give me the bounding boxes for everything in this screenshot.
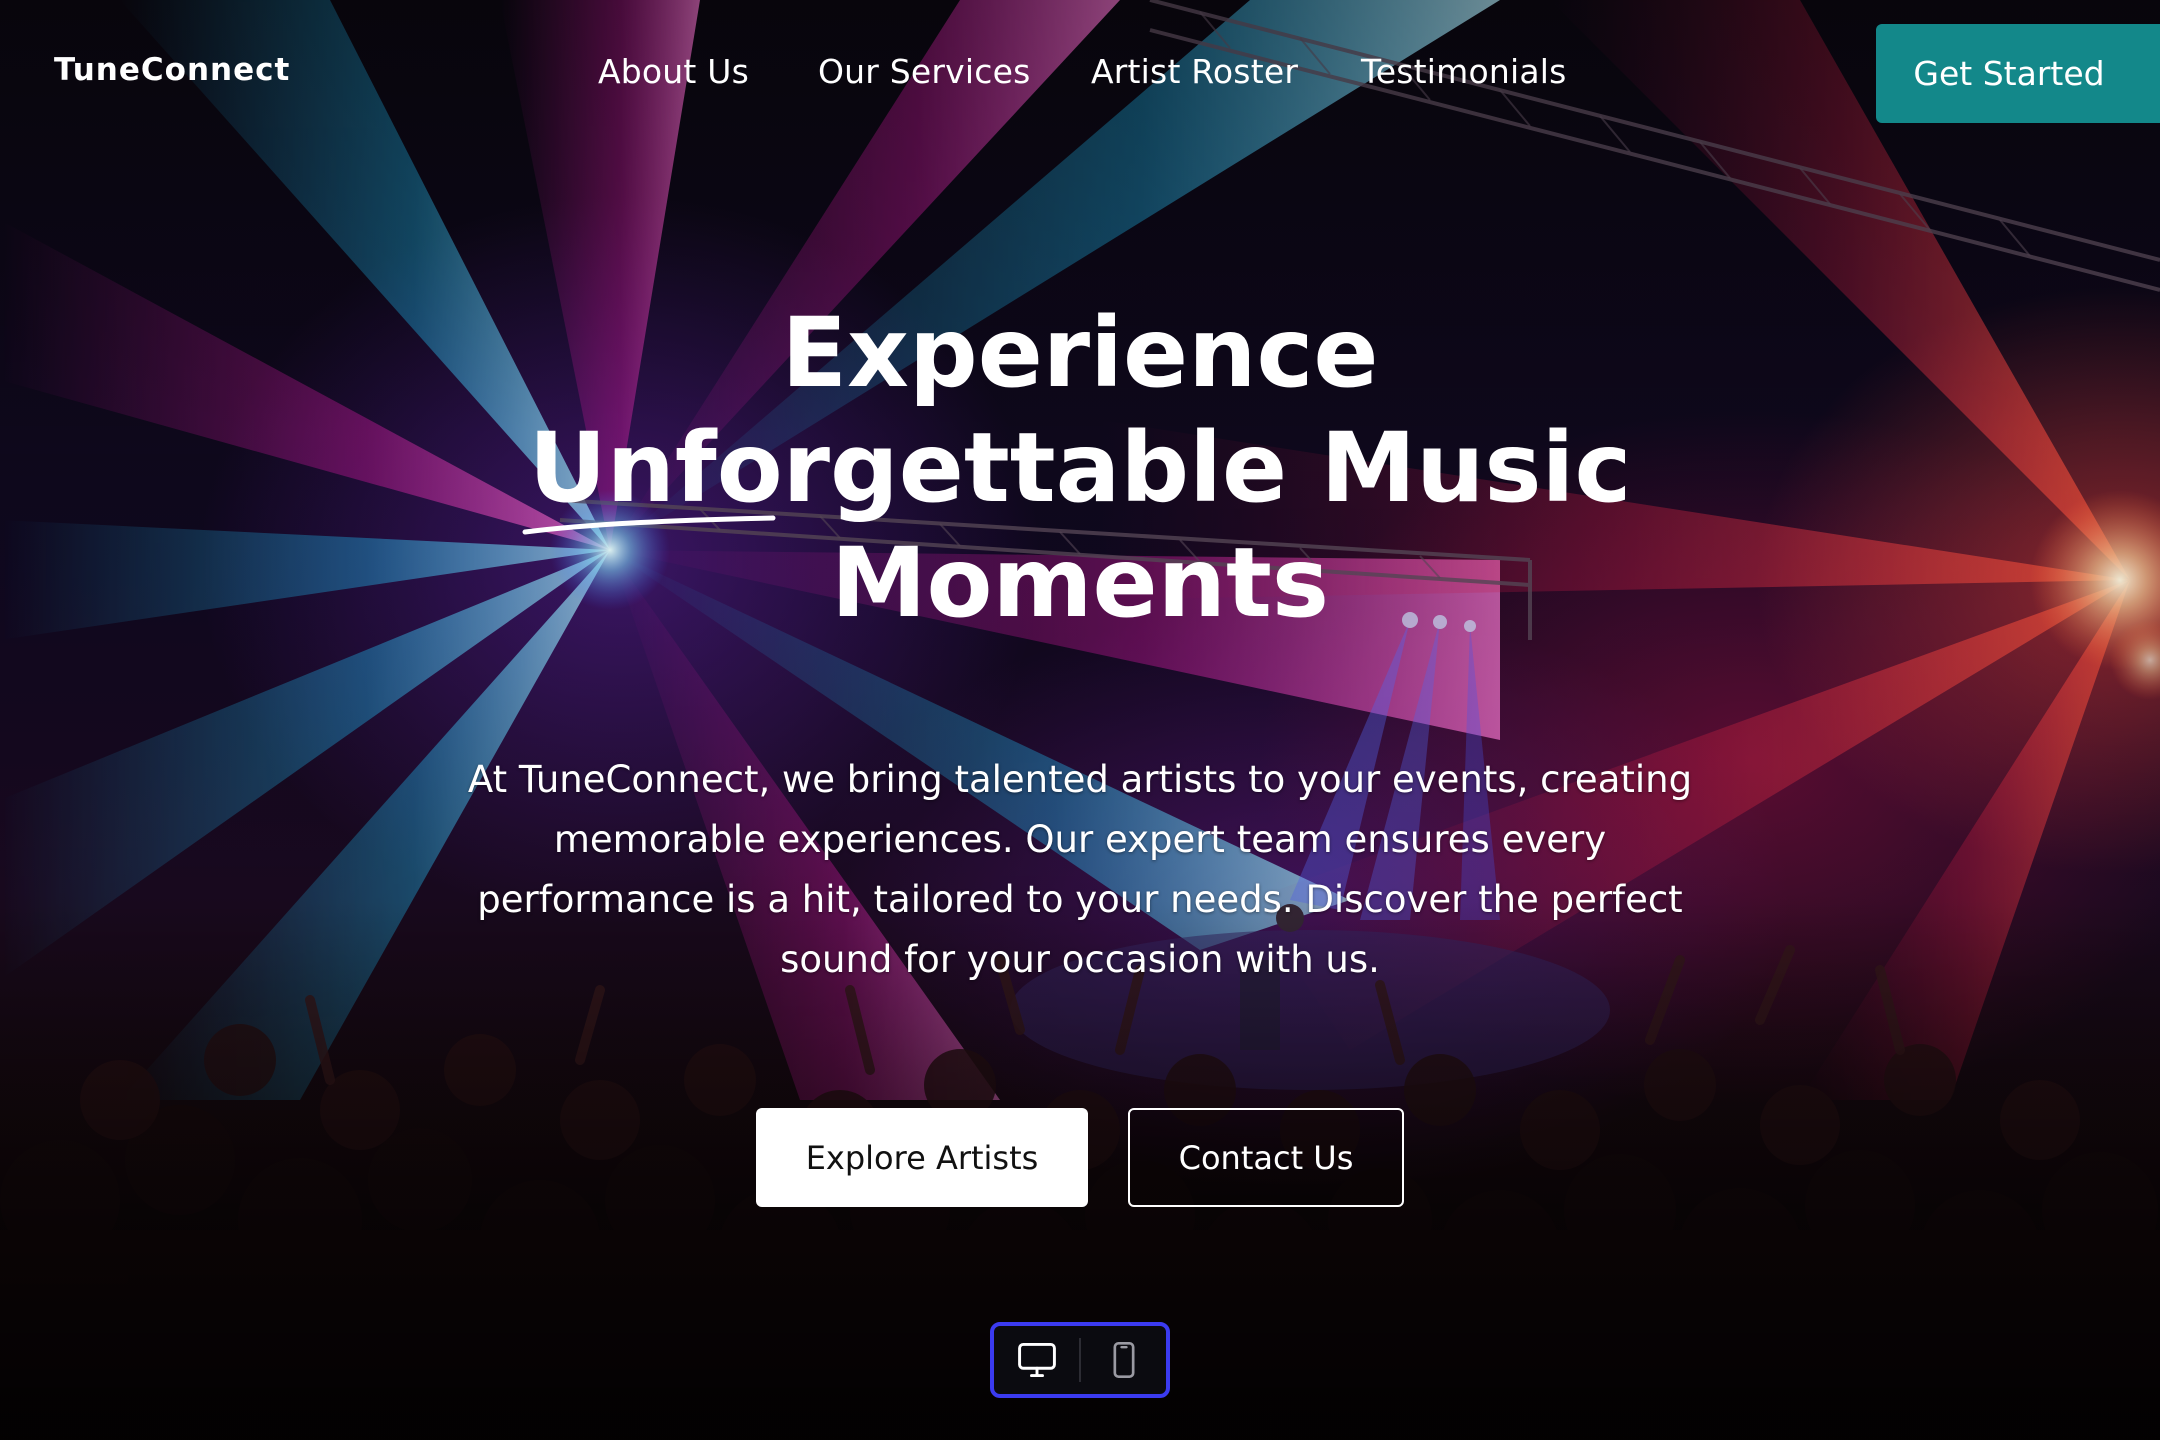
headline-line-3: Moments: [831, 527, 1329, 639]
nav-link-testimonials[interactable]: Testimonials: [1361, 52, 1567, 91]
headline-underlined-word: Unfor: [522, 411, 830, 535]
site-header: TuneConnect About Us Our Services Artist…: [0, 0, 2160, 148]
mobile-icon: [1113, 1342, 1134, 1378]
hero-background-image: [0, 0, 2160, 1440]
hero-description: At TuneConnect, we bring talented artist…: [467, 758, 1693, 981]
hand-drawn-underline: [522, 515, 776, 535]
explore-artists-button[interactable]: Explore Artists: [756, 1108, 1088, 1207]
hero-dark-overlay: [0, 0, 2160, 1440]
desktop-icon: [1017, 1342, 1056, 1378]
nav-link-our-services[interactable]: Our Services: [818, 52, 1031, 91]
headline-line-2-rest: gettable Music: [829, 412, 1632, 524]
get-started-button[interactable]: Get Started: [1876, 24, 2160, 123]
mobile-view-button[interactable]: [1081, 1326, 1166, 1394]
nav-link-about-us[interactable]: About Us: [598, 52, 749, 91]
headline-line-1: Experience: [781, 297, 1379, 409]
headline-underlined-text: Unfor: [528, 412, 830, 524]
headline-line-2: Unfor gettable Music: [330, 411, 1830, 535]
main-nav: About Us Our Services Artist Roster Test…: [0, 52, 2160, 96]
device-preview-toggle: [990, 1322, 1170, 1398]
contact-us-button[interactable]: Contact Us: [1128, 1108, 1404, 1207]
desktop-view-button[interactable]: [994, 1326, 1079, 1394]
hero-headline: Experience Unfor gettable Music Moments: [330, 296, 1830, 641]
nav-link-artist-roster[interactable]: Artist Roster: [1091, 52, 1298, 91]
